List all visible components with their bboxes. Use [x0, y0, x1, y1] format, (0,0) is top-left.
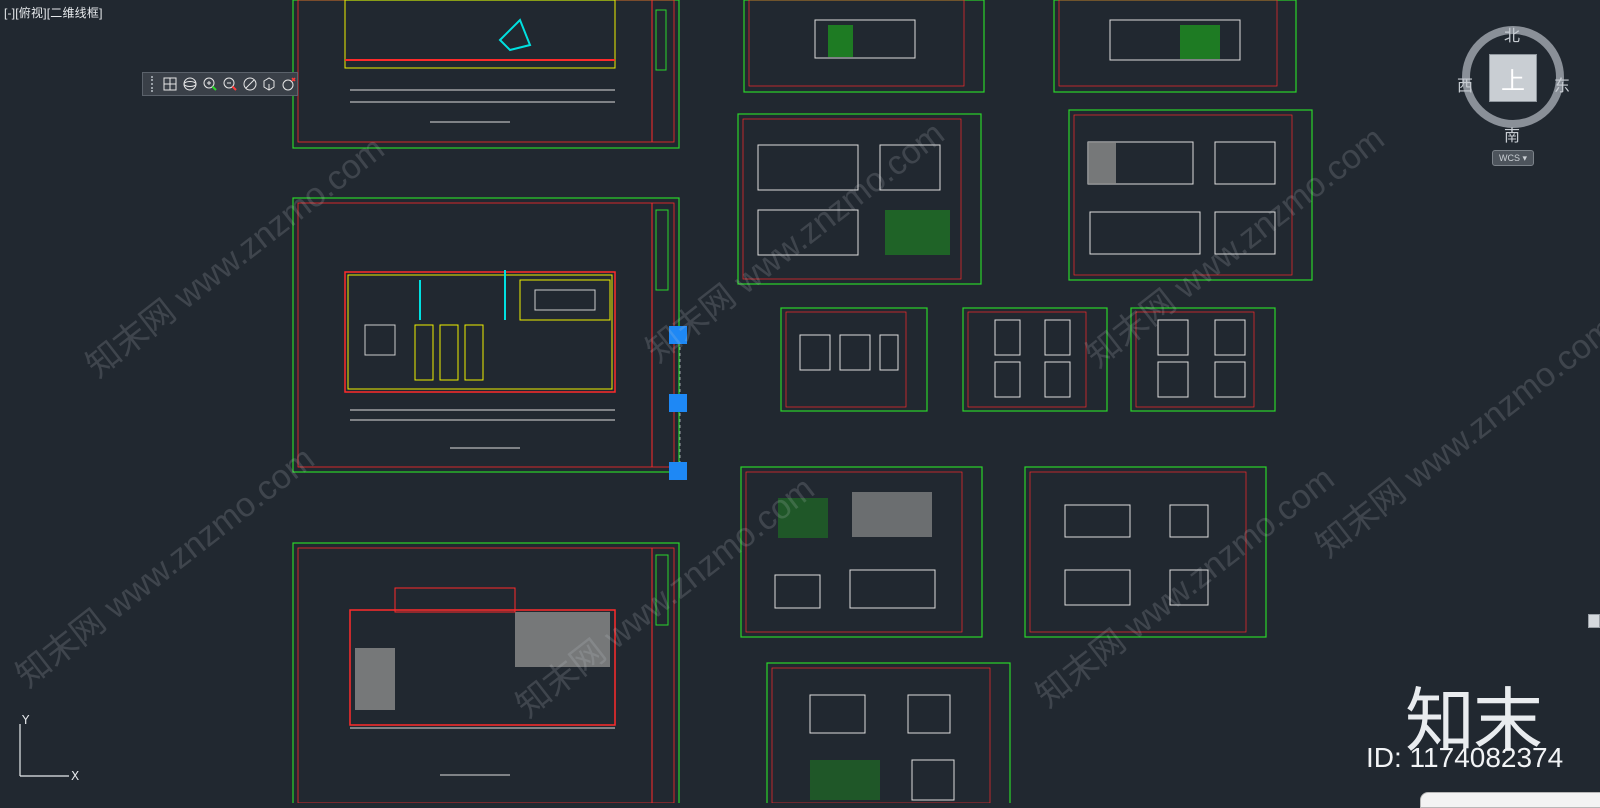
sheet-elevation-4[interactable] [1068, 109, 1313, 281]
ucs-y-label: Y [21, 714, 30, 727]
sheet-top-left[interactable] [292, 0, 680, 149]
cube-view-icon[interactable] [261, 75, 277, 93]
selection-grip[interactable] [669, 326, 687, 344]
viewcube-top-face[interactable]: 上 [1489, 54, 1537, 102]
notification-popup[interactable] [1420, 792, 1600, 808]
ucs-x-label: X [71, 769, 79, 783]
selection-grip[interactable] [669, 394, 687, 412]
sheet-elevation-3[interactable] [737, 113, 982, 285]
wcs-button[interactable]: WCS ▾ [1492, 150, 1534, 166]
compass-north-label[interactable]: 北 [1504, 22, 1520, 46]
grid-icon[interactable] [163, 75, 179, 93]
sheet-ceiling-plan[interactable] [292, 542, 680, 803]
toolbar-grip-handle[interactable] [151, 76, 157, 92]
close-icon[interactable] [281, 75, 297, 93]
zoom-out-icon[interactable] [222, 75, 238, 93]
compass-west-label[interactable]: 西 [1457, 72, 1473, 96]
sheet-floor-plan[interactable] [292, 197, 680, 473]
compass-south-label[interactable]: 南 [1504, 122, 1520, 146]
brand-id: ID: 1174082374 [1366, 742, 1564, 773]
viewcube[interactable]: 北 西 东 南 上 WCS ▾ [1457, 10, 1579, 166]
sheet-detail-1[interactable] [780, 307, 928, 412]
zoom-in-icon[interactable] [202, 75, 218, 93]
compass-east-label[interactable]: 东 [1554, 72, 1570, 96]
scrollbar-thumb[interactable] [1588, 614, 1600, 628]
drawing-canvas[interactable] [0, 0, 1600, 803]
sheet-detail-2[interactable] [962, 307, 1108, 412]
sheet-elevation-1[interactable] [743, 0, 985, 93]
pan-icon[interactable] [242, 75, 258, 93]
sheet-elevation-7[interactable] [766, 662, 1011, 803]
orbit-icon[interactable] [182, 75, 198, 93]
wcs-label: WCS [1498, 153, 1520, 163]
sheet-elevation-6[interactable] [1024, 466, 1267, 638]
selection-grip[interactable] [669, 462, 687, 480]
navigation-toolbar [142, 72, 298, 96]
chevron-down-icon: ▾ [1519, 152, 1528, 163]
sheet-elevation-5[interactable] [740, 466, 983, 638]
sheet-elevation-2[interactable] [1053, 0, 1297, 93]
sheet-detail-3[interactable] [1130, 307, 1276, 412]
ucs-axes-icon: Y X [19, 714, 79, 783]
viewport-label[interactable]: [-][俯视][二维线框] [4, 4, 103, 21]
